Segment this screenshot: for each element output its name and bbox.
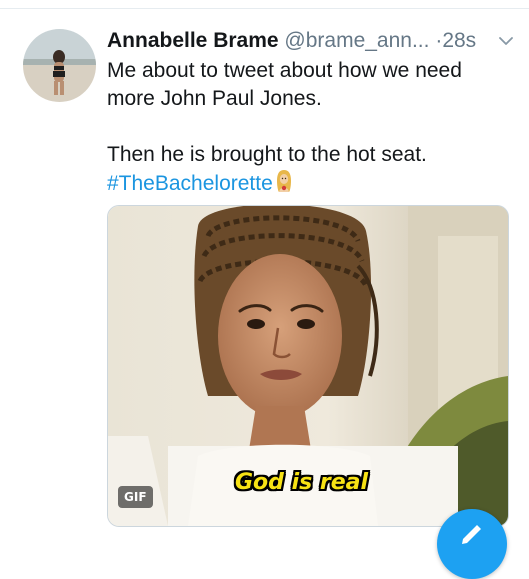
gif-caption: God is real xyxy=(235,470,369,495)
compose-button[interactable] xyxy=(437,509,507,579)
display-name[interactable]: Annabelle Brame xyxy=(107,29,279,52)
chevron-down-icon[interactable] xyxy=(497,32,515,50)
tweet-text-line: Then he is brought to the hot seat. xyxy=(107,143,427,166)
tweet-text-line: Me about to tweet about how we need xyxy=(107,59,462,82)
user-handle[interactable]: @brame_ann... xyxy=(284,29,429,52)
hashtag-line: #TheBachelorette xyxy=(107,169,517,198)
timestamp[interactable]: 28s xyxy=(442,29,476,52)
tweet-text: Me about to tweet about how we need more… xyxy=(107,57,517,198)
avatar[interactable] xyxy=(23,29,96,102)
avatar-image xyxy=(23,29,96,102)
tweet-text-line: more John Paul Jones. xyxy=(107,87,322,110)
gif-media[interactable]: God is real GIF xyxy=(107,205,509,527)
rose-woman-emoji xyxy=(276,170,291,192)
tweet[interactable]: Annabelle Brame @brame_ann... ·28s Me ab… xyxy=(0,9,529,579)
compose-icon xyxy=(462,525,481,544)
hashtag-link[interactable]: #TheBachelorette xyxy=(107,172,273,195)
tweet-header: Annabelle Brame @brame_ann... ·28s xyxy=(107,26,517,56)
gif-badge: GIF xyxy=(118,486,153,508)
